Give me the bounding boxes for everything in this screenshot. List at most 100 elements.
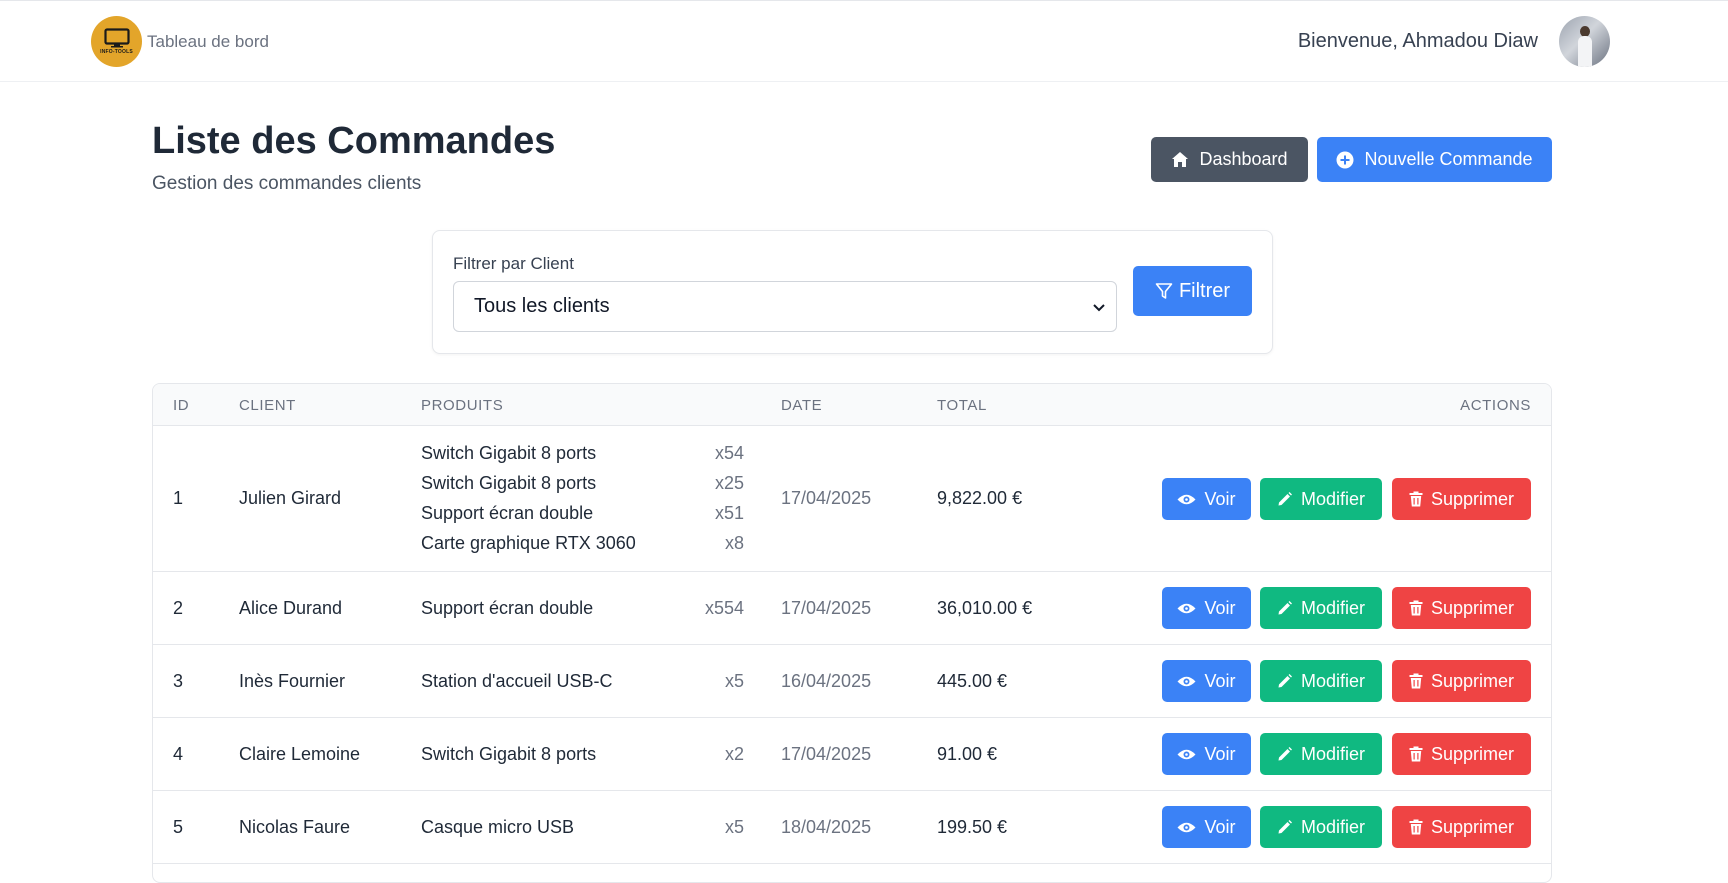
order-id: 3: [173, 671, 184, 691]
delete-button-label: Supprimer: [1430, 597, 1515, 618]
dashboard-button[interactable]: Dashboard: [1151, 137, 1308, 182]
view-button[interactable]: Voir: [1162, 587, 1251, 629]
eye-icon: [1177, 749, 1196, 759]
logo[interactable]: INFO-TOOLS: [91, 16, 142, 67]
view-button-label: Voir: [1204, 670, 1236, 691]
trash-icon: [1409, 673, 1423, 689]
product-line: Switch Gigabit 8 ports x25: [421, 473, 744, 494]
filter-card: Filtrer par Client Tous les clients Filt…: [432, 230, 1273, 354]
delete-button-label: Supprimer: [1430, 816, 1515, 837]
view-button[interactable]: Voir: [1162, 478, 1251, 520]
product-line: Casque micro USB x5: [421, 817, 744, 838]
delete-button[interactable]: Supprimer: [1392, 733, 1531, 775]
avatar[interactable]: [1559, 16, 1610, 67]
order-total: 445.00 €: [937, 671, 1008, 691]
chevron-down-icon: [1093, 304, 1105, 312]
product-qty: x8: [724, 533, 744, 553]
product-qty: x51: [714, 503, 744, 523]
product-line: Carte graphique RTX 3060 x8: [421, 533, 744, 554]
order-total: 36,010.00 €: [937, 598, 1033, 618]
view-button[interactable]: Voir: [1162, 806, 1251, 848]
order-id: 5: [173, 817, 184, 837]
order-id: 2: [173, 598, 184, 618]
product-name: Switch Gigabit 8 ports: [421, 443, 597, 463]
product-qty: x25: [714, 473, 744, 493]
client-filter-select[interactable]: Tous les clients: [453, 281, 1117, 332]
header-products: PRODUITS: [421, 397, 504, 414]
pencil-icon: [1278, 601, 1292, 615]
edit-button-label: Modifier: [1300, 488, 1366, 509]
eye-icon: [1177, 603, 1196, 613]
order-date: 18/04/2025: [781, 817, 872, 837]
monitor-icon: [103, 28, 130, 48]
pencil-icon: [1278, 747, 1292, 761]
order-date: 17/04/2025: [781, 598, 872, 618]
product-line: Station d'accueil USB-C x5: [421, 671, 744, 692]
delete-button-label: Supprimer: [1430, 488, 1515, 509]
edit-button-label: Modifier: [1300, 816, 1366, 837]
product-line: Switch Gigabit 8 ports x54: [421, 443, 744, 464]
pencil-icon: [1278, 674, 1292, 688]
product-qty: x5: [724, 671, 744, 691]
table-row: 3 Inès Fournier Station d'accueil USB-C …: [153, 645, 1551, 718]
order-id: 1: [173, 488, 184, 508]
top-navbar: INFO-TOOLS Tableau de bord Bienvenue, Ah…: [0, 0, 1728, 82]
delete-button[interactable]: Supprimer: [1392, 660, 1531, 702]
header-total: TOTAL: [937, 397, 987, 414]
edit-button[interactable]: Modifier: [1260, 587, 1382, 629]
new-order-button-label: Nouvelle Commande: [1364, 149, 1533, 169]
order-date: 17/04/2025: [781, 488, 872, 508]
client-filter-value: Tous les clients: [474, 295, 610, 317]
product-name: Support écran double: [421, 503, 594, 523]
delete-button-label: Supprimer: [1430, 743, 1515, 764]
brand-label[interactable]: Tableau de bord: [147, 32, 269, 52]
view-button-label: Voir: [1204, 597, 1236, 618]
header-date: DATE: [781, 397, 823, 414]
header-client: CLIENT: [239, 397, 296, 414]
view-button[interactable]: Voir: [1162, 733, 1251, 775]
order-client: Alice Durand: [239, 598, 343, 618]
order-total: 91.00 €: [937, 744, 998, 764]
product-name: Station d'accueil USB-C: [421, 671, 613, 691]
view-button-label: Voir: [1204, 743, 1236, 764]
product-name: Support écran double: [421, 598, 594, 618]
new-order-button[interactable]: Nouvelle Commande: [1317, 137, 1552, 182]
page-subtitle: Gestion des commandes clients: [152, 173, 422, 194]
table-header: ID CLIENT PRODUITS DATE TOTAL ACTIONS: [153, 384, 1551, 426]
filter-button[interactable]: Filtrer: [1133, 266, 1252, 316]
filter-label: Filtrer par Client: [453, 254, 574, 273]
edit-button[interactable]: Modifier: [1260, 660, 1382, 702]
product-line: Switch Gigabit 8 ports x2: [421, 744, 744, 765]
delete-button-label: Supprimer: [1430, 670, 1515, 691]
edit-button[interactable]: Modifier: [1260, 478, 1382, 520]
edit-button-label: Modifier: [1300, 670, 1366, 691]
funnel-icon: [1155, 283, 1173, 299]
edit-button[interactable]: Modifier: [1260, 806, 1382, 848]
order-client: Julien Girard: [239, 488, 342, 508]
product-line: Support écran double x554: [421, 598, 744, 619]
table-row: 4 Claire Lemoine Switch Gigabit 8 ports …: [153, 718, 1551, 791]
logo-text: INFO-TOOLS: [100, 49, 133, 55]
trash-icon: [1409, 491, 1423, 507]
delete-button[interactable]: Supprimer: [1392, 587, 1531, 629]
eye-icon: [1177, 676, 1196, 686]
delete-button[interactable]: Supprimer: [1392, 806, 1531, 848]
view-button[interactable]: Voir: [1162, 660, 1251, 702]
orders-table: ID CLIENT PRODUITS DATE TOTAL ACTIONS 1 …: [152, 383, 1552, 883]
delete-button[interactable]: Supprimer: [1392, 478, 1531, 520]
home-icon: [1172, 152, 1189, 167]
product-qty: x5: [724, 817, 744, 837]
product-qty: x554: [704, 598, 744, 618]
table-row: 1 Julien Girard Switch Gigabit 8 ports x…: [153, 426, 1551, 572]
filter-button-label: Filtrer: [1178, 279, 1231, 302]
order-total: 9,822.00 €: [937, 488, 1023, 508]
view-button-label: Voir: [1204, 488, 1236, 509]
order-client: Nicolas Faure: [239, 817, 351, 837]
eye-icon: [1177, 494, 1196, 504]
plus-circle-icon: [1336, 151, 1354, 168]
pencil-icon: [1278, 492, 1292, 506]
order-client: Claire Lemoine: [239, 744, 361, 764]
header-id: ID: [173, 397, 190, 414]
pencil-icon: [1278, 820, 1292, 834]
edit-button[interactable]: Modifier: [1260, 733, 1382, 775]
